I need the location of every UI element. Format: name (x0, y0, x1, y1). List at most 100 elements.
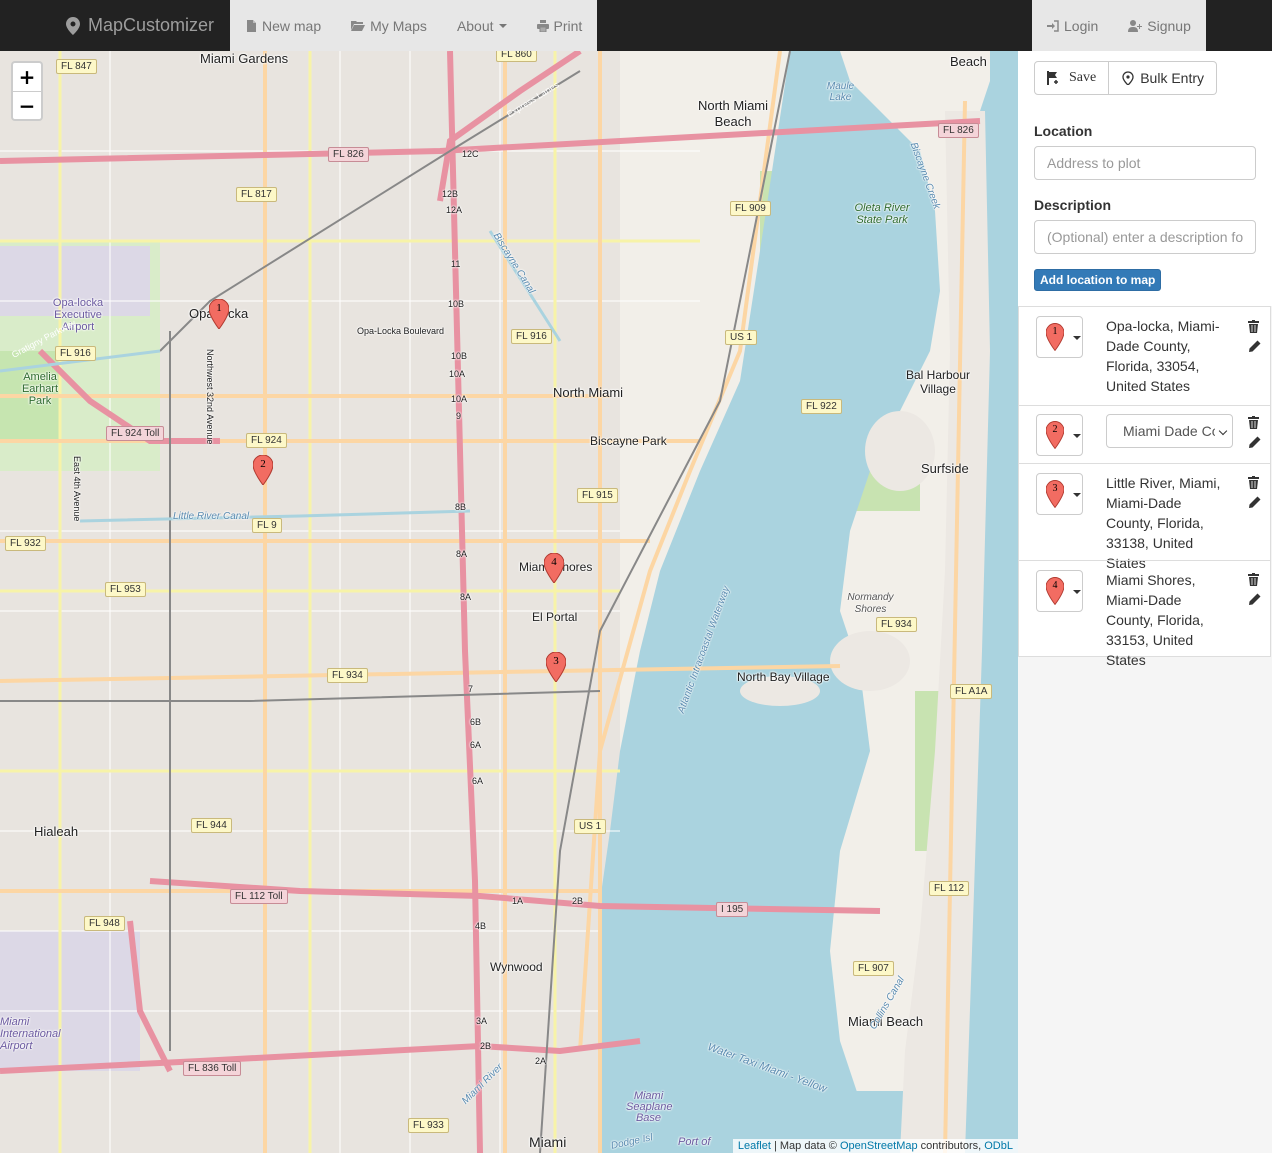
marker-style-dropdown[interactable]: 2 (1036, 414, 1083, 456)
map-marker-3[interactable]: 3 (545, 651, 567, 683)
shield-fl847: FL 847 (56, 59, 97, 74)
save-label: Save (1069, 70, 1097, 85)
map-canvas[interactable]: Miami Gardens North Miami Beach Beach Op… (0, 51, 1018, 1153)
nav-left: New map My Maps About Print (230, 0, 597, 51)
pencil-icon[interactable] (1248, 496, 1261, 509)
shield-fl112: FL 112 (929, 881, 970, 896)
label-biscayne-park: Biscayne Park (590, 434, 667, 448)
marker-style-dropdown[interactable]: 1 (1036, 316, 1083, 358)
label-amelia-earhart-park: Amelia Earhart Park (21, 371, 59, 407)
caret-down-icon (1073, 590, 1081, 594)
label-wynwood: Wynwood (490, 960, 543, 974)
label-maule-lake: Maule Lake (826, 81, 855, 103)
label-oleta-river: Oleta River State Park (854, 202, 910, 226)
exit-number-label: 4B (475, 921, 487, 931)
map-marker-4[interactable]: 4 (543, 552, 565, 584)
marker-style-dropdown[interactable]: 3 (1036, 473, 1083, 515)
shield-fl916a: FL 916 (55, 346, 96, 361)
shield-fl826a: FL 826 (328, 147, 369, 162)
shield-fl924: FL 924 (246, 433, 287, 448)
save-flag-icon (1047, 71, 1058, 85)
trash-icon[interactable] (1248, 320, 1259, 333)
leaflet-link[interactable]: Leaflet (738, 1140, 771, 1152)
nav-signup-label: Signup (1147, 17, 1191, 34)
shield-fla1a: FL A1A (950, 684, 993, 699)
save-button[interactable]: Save (1034, 61, 1110, 95)
shield-fl826b: FL 826 (938, 123, 979, 138)
exit-number-label: 7 (468, 684, 474, 694)
trash-icon[interactable] (1248, 573, 1259, 586)
description-input[interactable] (1034, 220, 1256, 254)
shield-fl933: FL 933 (408, 1118, 449, 1133)
shield-fl860: FL 860 (496, 51, 537, 62)
attribution-contributors: contributors, (917, 1140, 985, 1152)
nav-login-label: Login (1064, 17, 1099, 34)
nav-print-label: Print (553, 17, 583, 34)
add-location-button[interactable]: Add location to map (1034, 269, 1162, 291)
nav-new-map[interactable]: New map (230, 0, 336, 51)
navbar: MapCustomizer New map My Maps About Prin… (0, 0, 1272, 51)
map-marker-2[interactable]: 2 (252, 454, 274, 486)
location-input[interactable] (1034, 146, 1256, 180)
shield-fl934a: FL 934 (327, 668, 368, 683)
shield-fl922: FL 922 (801, 399, 842, 414)
label-miami-gardens: Miami Gardens (200, 51, 289, 66)
nav-my-maps[interactable]: My Maps (336, 0, 442, 51)
bulk-entry-label: Bulk Entry (1140, 70, 1205, 86)
exit-number-label: 8A (456, 549, 468, 559)
location-candidate-select[interactable]: Miami Dade College (1106, 414, 1233, 448)
shield-fl915: FL 915 (577, 488, 618, 503)
zoom-in-button[interactable]: + (13, 63, 41, 91)
nav-about-dropdown[interactable]: About (442, 0, 522, 51)
shield-fl924toll: FL 924 Toll (106, 426, 165, 441)
caret-down-icon (1073, 493, 1081, 497)
location-label: Location (1034, 123, 1093, 139)
shield-us1b: US 1 (574, 819, 607, 834)
exit-number-label: 1A (512, 896, 524, 906)
exit-number-label: 12B (442, 189, 459, 199)
nav-login[interactable]: Login (1032, 0, 1113, 51)
exit-number-label: 11 (451, 259, 461, 269)
exit-number-label: 6A (470, 740, 482, 750)
marker-number: 3 (553, 655, 559, 667)
label-bal-harbour: Bal Harbour Village (905, 368, 971, 396)
location-item: 4 Miami Shores, Miami-Dade County, Flori… (1019, 560, 1270, 668)
bulk-entry-button[interactable]: Bulk Entry (1109, 61, 1218, 95)
label-port-of: Port of (678, 1136, 711, 1148)
marker-number: 4 (1052, 580, 1058, 591)
marker-style-dropdown[interactable]: 4 (1036, 570, 1083, 612)
location-list: 1 Opa-locka, Miami-Dade County, Florida,… (1018, 306, 1271, 668)
trash-icon[interactable] (1248, 416, 1259, 429)
exit-number-label: 10A (451, 394, 468, 404)
pencil-icon[interactable] (1248, 436, 1261, 449)
zoom-out-button[interactable]: − (13, 91, 41, 119)
user-plus-icon (1128, 19, 1143, 32)
marker-number: 2 (260, 458, 266, 470)
label-north-bay-village: North Bay Village (737, 670, 830, 684)
marker-number: 2 (1052, 424, 1058, 435)
odbl-link[interactable]: ODbL (984, 1140, 1013, 1152)
attribution-text: | Map data © (770, 1140, 840, 1152)
sidebar: Save Bulk Entry Location Description Add… (1018, 51, 1272, 1153)
exit-number-label: 2A (535, 1056, 547, 1066)
map-marker-1[interactable]: 1 (208, 298, 230, 330)
trash-icon[interactable] (1248, 476, 1259, 489)
marker-number: 3 (1052, 483, 1058, 494)
toolbar-button-group: Save Bulk Entry (1034, 61, 1218, 95)
zoom-control: + − (11, 61, 43, 121)
label-east-4th-ave: East 4th Avenue (72, 456, 82, 522)
chevron-down-icon (1218, 426, 1228, 436)
pencil-icon[interactable] (1248, 593, 1261, 606)
pencil-icon[interactable] (1248, 340, 1261, 353)
print-icon (536, 19, 549, 32)
osm-link[interactable]: OpenStreetMap (840, 1140, 918, 1152)
shield-i195: I 195 (716, 902, 749, 917)
nav-new-map-label: New map (262, 17, 322, 34)
exit-number-label: 12C (462, 149, 479, 159)
brand-link[interactable]: MapCustomizer (66, 0, 214, 51)
nav-signup[interactable]: Signup (1113, 0, 1206, 51)
exit-number-label: 12A (446, 205, 463, 215)
marker-number: 4 (551, 556, 557, 568)
nav-print[interactable]: Print (522, 0, 598, 51)
location-address: Little River, Miami, Miami-Dade County, … (1106, 475, 1221, 571)
